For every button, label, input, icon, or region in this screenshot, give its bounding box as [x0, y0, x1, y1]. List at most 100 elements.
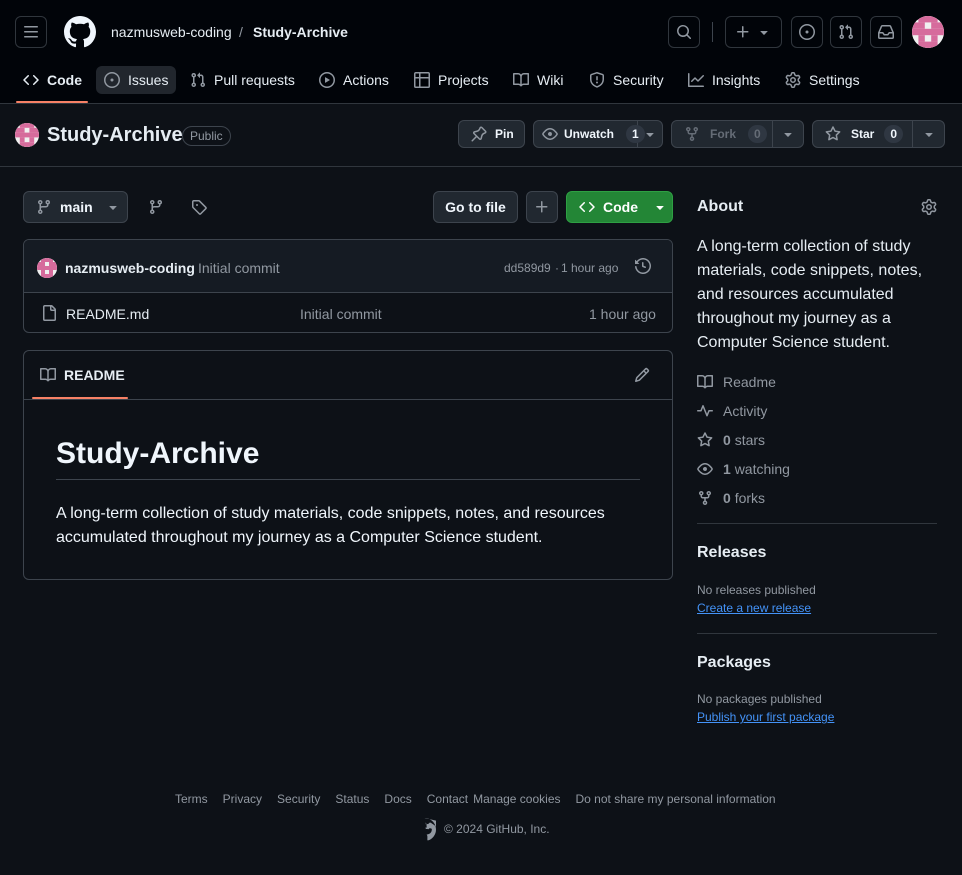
pin-label: Pin	[495, 127, 514, 141]
footer-link-docs[interactable]: Docs	[384, 792, 411, 806]
footer-link-cookies[interactable]: Manage cookies	[473, 792, 560, 806]
tab-issues-label: Issues	[128, 72, 169, 88]
sidebar-watching-link[interactable]: 1 watching	[697, 461, 790, 477]
tag-icon[interactable]	[191, 199, 207, 215]
tab-active-indicator	[16, 101, 88, 103]
gear-icon[interactable]	[921, 199, 937, 215]
user-avatar[interactable]	[912, 16, 944, 48]
footer-copyright: © 2024 GitHub, Inc.	[444, 822, 550, 836]
packages-title[interactable]: Packages	[697, 654, 771, 672]
footer-link-privacy[interactable]: Privacy	[223, 792, 262, 806]
tab-insights[interactable]: Insights	[688, 66, 760, 94]
tab-readme[interactable]: README	[40, 367, 125, 383]
pulse-icon	[697, 403, 713, 419]
footer-link-status[interactable]: Status	[335, 792, 369, 806]
issues-shortcut-button[interactable]	[791, 16, 823, 48]
sidebar-readme-link[interactable]: Readme	[697, 374, 776, 390]
repo-title[interactable]: Study-Archive	[47, 124, 183, 147]
fork-button[interactable]: Fork 0	[672, 121, 773, 147]
about-line: A long-term collection of study	[697, 238, 911, 255]
git-pull-request-icon	[190, 72, 206, 88]
sidebar-activity-link[interactable]: Activity	[697, 403, 767, 419]
readme-heading: Study-Archive	[56, 437, 640, 480]
tab-projects[interactable]: Projects	[414, 66, 489, 94]
tab-actions-label: Actions	[343, 72, 389, 88]
triangle-down-icon	[921, 126, 937, 142]
go-to-file-button[interactable]: Go to file	[433, 191, 518, 223]
table-row[interactable]: README.md Initial commit 1 hour ago	[24, 293, 672, 332]
search-button[interactable]	[668, 16, 700, 48]
unwatch-button[interactable]: Unwatch 1	[534, 121, 645, 147]
tab-wiki[interactable]: Wiki	[513, 66, 563, 94]
branches-icon[interactable]	[148, 199, 164, 215]
issue-opened-icon	[799, 24, 815, 40]
tab-settings[interactable]: Settings	[785, 66, 860, 94]
triangle-down-icon	[642, 126, 658, 142]
play-icon	[319, 72, 335, 88]
about-line: Computer Science student.	[697, 334, 890, 351]
footer-link-security[interactable]: Security	[277, 792, 320, 806]
sidebar-stars-link[interactable]: 0 stars	[697, 432, 765, 448]
code-dropdown-button[interactable]: Code	[566, 191, 673, 223]
header-divider	[712, 22, 713, 42]
fork-dropdown-button[interactable]	[773, 121, 803, 147]
issue-opened-icon	[104, 72, 120, 88]
file-name[interactable]: README.md	[66, 306, 149, 322]
history-icon[interactable]	[635, 258, 651, 274]
star-icon	[697, 432, 713, 448]
breadcrumb-repo[interactable]: Study-Archive	[253, 24, 348, 40]
menu-button[interactable]	[15, 16, 47, 48]
tab-issues[interactable]: Issues	[96, 66, 177, 94]
pin-icon	[471, 126, 487, 142]
tab-security[interactable]: Security	[589, 66, 664, 94]
go-to-file-label: Go to file	[445, 199, 506, 215]
sidebar-forks-link[interactable]: 0 forks	[697, 490, 765, 506]
watching-label: watching	[734, 461, 790, 477]
tab-code[interactable]: Code	[23, 66, 82, 94]
footer-github-logo-icon[interactable]	[413, 818, 436, 841]
readme-body-line: A long-term collection of study material…	[56, 505, 605, 522]
file-table: nazmusweb-coding Initial commit dd589d9 …	[23, 239, 673, 333]
create-new-button[interactable]	[725, 16, 782, 48]
commit-author-avatar[interactable]	[37, 258, 57, 278]
readme-panel: README Study-Archive A long-term collect…	[23, 350, 673, 580]
breadcrumb-owner[interactable]: nazmusweb-coding	[111, 24, 232, 40]
tab-actions[interactable]: Actions	[319, 66, 389, 94]
sidebar-divider	[697, 633, 937, 634]
commit-author[interactable]: nazmusweb-coding	[65, 260, 195, 276]
footer-link-do-not-share[interactable]: Do not share my personal information	[576, 792, 776, 806]
pencil-icon[interactable]	[634, 367, 650, 383]
star-icon	[825, 126, 841, 142]
file-icon	[41, 305, 57, 321]
star-count: 0	[884, 125, 904, 143]
github-logo-icon[interactable]	[64, 16, 96, 48]
create-release-link[interactable]: Create a new release	[697, 601, 811, 615]
book-icon	[513, 72, 529, 88]
readme-body: A long-term collection of study material…	[56, 502, 605, 550]
add-file-button[interactable]	[526, 191, 558, 223]
releases-empty-text: No releases published	[697, 583, 816, 597]
search-icon	[676, 24, 692, 40]
releases-title[interactable]: Releases	[697, 544, 766, 562]
tab-projects-label: Projects	[438, 72, 489, 88]
commit-hash[interactable]: dd589d9	[504, 261, 551, 275]
footer-link-contact[interactable]: Contact	[427, 792, 468, 806]
inbox-button[interactable]	[870, 16, 902, 48]
tab-pull-requests-label: Pull requests	[214, 72, 295, 88]
star-dropdown-button[interactable]	[913, 121, 944, 147]
about-line: and resources accumulated	[697, 286, 894, 303]
commit-message[interactable]: Initial commit	[198, 260, 280, 276]
footer-link-terms[interactable]: Terms	[175, 792, 208, 806]
tab-pull-requests[interactable]: Pull requests	[190, 66, 295, 94]
readme-tab-label: README	[64, 367, 125, 383]
publish-package-link[interactable]: Publish your first package	[697, 710, 834, 724]
pulls-shortcut-button[interactable]	[830, 16, 862, 48]
branch-select-button[interactable]: main	[23, 191, 128, 223]
star-button[interactable]: Star 0	[813, 121, 913, 147]
fork-label: Fork	[710, 127, 737, 141]
pin-button[interactable]: Pin	[458, 120, 525, 148]
table-icon	[414, 72, 430, 88]
watch-dropdown-button[interactable]	[638, 121, 662, 147]
eye-icon	[697, 461, 713, 477]
file-commit-message[interactable]: Initial commit	[300, 306, 382, 322]
